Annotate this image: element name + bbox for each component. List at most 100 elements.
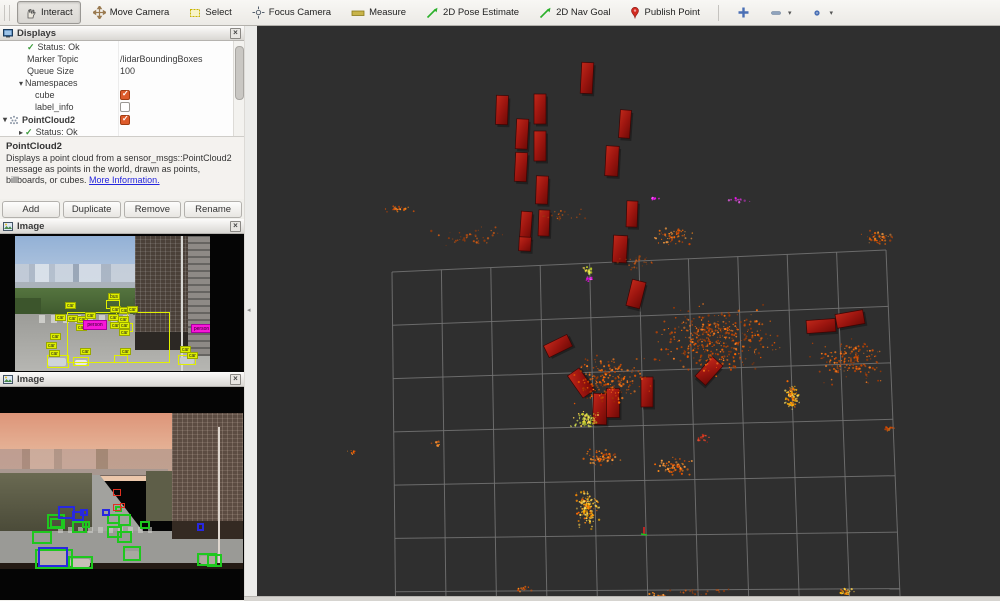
image-panel-2-header[interactable]: Image ×: [0, 372, 244, 387]
lidar-bounding-box: [612, 235, 630, 265]
3d-viewport[interactable]: [257, 26, 1000, 596]
3d-scene: [257, 26, 1000, 596]
remove-button[interactable]: Remove: [124, 201, 182, 218]
checkbox-unchecked[interactable]: [120, 102, 130, 112]
tool-dot-icon[interactable]: ▾: [803, 1, 841, 24]
lidar-bounding-box: [693, 357, 724, 389]
camera-image-2: [0, 387, 244, 600]
close-icon[interactable]: ×: [230, 374, 241, 385]
more-information-link[interactable]: More Information.: [89, 175, 160, 185]
blue-detection-box: [38, 547, 68, 567]
image-panel-1-header[interactable]: Image ×: [0, 219, 244, 234]
hand-icon: [25, 7, 37, 19]
tool-interact[interactable]: Interact: [17, 1, 81, 24]
lidar-bounding-box: [514, 152, 530, 184]
image-panel-2: Image ×: [0, 372, 244, 600]
lidar-bounding-box: [605, 146, 622, 179]
rename-button[interactable]: Rename: [184, 201, 242, 218]
tool-2d-nav-goal[interactable]: 2D Nav Goal: [531, 1, 618, 24]
detection-overlay: [0, 413, 243, 569]
tool-buttons: Interact Move CameraSelect Focus Camera Mea…: [15, 0, 710, 25]
tree-row-pointcloud2[interactable]: ▾ PointCloud2: [0, 113, 244, 126]
tool-select[interactable]: Select: [181, 1, 239, 24]
scrollbar-thumb[interactable]: [235, 46, 244, 100]
tree-row-queue-size[interactable]: Queue Size100: [0, 65, 244, 77]
toolbar-drag-handle[interactable]: [4, 5, 10, 21]
move-camera-icon: [93, 6, 106, 19]
detection-overlay: carcarcarcarcarcarcarcarbuscarcarcarcarc…: [15, 236, 210, 371]
lidar-bounding-box: [538, 210, 552, 239]
toolbar: Interact Move CameraSelect Focus Camera Mea…: [0, 0, 1000, 26]
chevron-down-icon[interactable]: ▾: [829, 9, 833, 17]
close-icon[interactable]: ×: [230, 28, 241, 39]
tool-measure[interactable]: Measure: [343, 1, 414, 24]
tree-scrollbar[interactable]: [233, 41, 244, 136]
blue-detection-box: [102, 509, 110, 516]
image-panel-1-title: Image: [17, 221, 44, 232]
tool-plus-icon[interactable]: [729, 1, 758, 24]
dot-icon: [811, 7, 823, 19]
property-label: Marker Topic: [27, 54, 78, 64]
tool-publish-point[interactable]: Publish Point: [622, 1, 707, 24]
green-detection-box: [207, 554, 222, 567]
pointcloud-icon: [9, 115, 19, 125]
tree-row-cube[interactable]: cube: [0, 89, 244, 101]
description-title: PointCloud2: [6, 141, 238, 152]
tree-row-status-ok[interactable]: ▸✓Status: Ok: [0, 126, 244, 136]
detection-label: car: [65, 302, 76, 309]
close-icon[interactable]: ×: [230, 221, 241, 232]
vehicle-detection-box: [73, 357, 89, 366]
tree-row-marker-topic[interactable]: Marker Topic/lidarBoundingBoxes: [0, 53, 244, 65]
red-detection-box: [113, 489, 121, 496]
chevron-down-icon[interactable]: ▾: [788, 9, 792, 17]
property-label: label_info: [35, 102, 74, 112]
add-button[interactable]: Add: [2, 201, 60, 218]
chevron-right-icon[interactable]: ▸: [19, 128, 23, 137]
tool-label: Focus Camera: [269, 7, 331, 18]
ground-grid: [392, 250, 902, 596]
vehicle-detection-box: [114, 355, 128, 363]
tree-row-namespaces[interactable]: ▾Namespaces: [0, 77, 244, 89]
tree-row-label-info[interactable]: label_info: [0, 101, 244, 113]
person-detection-label: person: [191, 324, 210, 333]
image-panel-icon: [3, 222, 13, 231]
checkbox-checked[interactable]: [120, 115, 130, 125]
tool-label: Interact: [41, 7, 73, 18]
lidar-bounding-box: [543, 334, 575, 360]
plus-icon: [737, 6, 750, 19]
detection-label: car: [187, 352, 198, 359]
lidar-bounding-box: [641, 377, 655, 410]
lidar-bounding-box: [580, 62, 596, 96]
property-label: Queue Size: [27, 66, 74, 76]
tool-label: 2D Pose Estimate: [443, 7, 519, 18]
check-icon: ✓: [25, 127, 33, 137]
tool-label: Publish Point: [644, 7, 699, 18]
tool-2d-pose-estimate[interactable]: 2D Pose Estimate: [418, 1, 527, 24]
displays-panel-title: Displays: [17, 28, 56, 39]
duplicate-button[interactable]: Duplicate: [63, 201, 121, 218]
tree-row-status-ok[interactable]: ✓Status: Ok: [0, 41, 244, 53]
detection-label: car: [119, 322, 130, 329]
displays-panel-header[interactable]: Displays ×: [0, 26, 244, 41]
pose-arrow-icon: [426, 7, 439, 19]
green-detection-box: [50, 518, 63, 528]
checkbox-checked[interactable]: [120, 90, 130, 100]
tool-label: 2D Nav Goal: [556, 7, 610, 18]
lidar-bounding-box: [618, 110, 633, 141]
tool-minus-icon[interactable]: ▾: [762, 1, 800, 24]
tool-move-camera[interactable]: Move Camera: [85, 1, 178, 24]
lidar-bounding-box: [806, 318, 838, 336]
chevron-down-icon[interactable]: ▾: [19, 79, 23, 88]
green-detection-box: [123, 546, 141, 561]
lidar-bounding-box: [625, 279, 648, 311]
property-label: Status: Ok: [38, 42, 80, 52]
tool-focus-camera[interactable]: Focus Camera: [244, 1, 339, 24]
property-tree: ✓Status: OkMarker Topic/lidarBoundingBox…: [0, 41, 244, 136]
camera-photo-day: carcarcarcarcarcarcarcarbuscarcarcarcarc…: [15, 236, 210, 371]
lidar-bounding-box: [607, 389, 622, 421]
collapse-arrow-icon[interactable]: ◂: [247, 306, 251, 314]
chevron-down-icon[interactable]: ▾: [3, 115, 7, 124]
detection-label: car: [85, 312, 96, 319]
property-label: PointCloud2: [22, 115, 75, 125]
property-label: cube: [35, 90, 55, 100]
